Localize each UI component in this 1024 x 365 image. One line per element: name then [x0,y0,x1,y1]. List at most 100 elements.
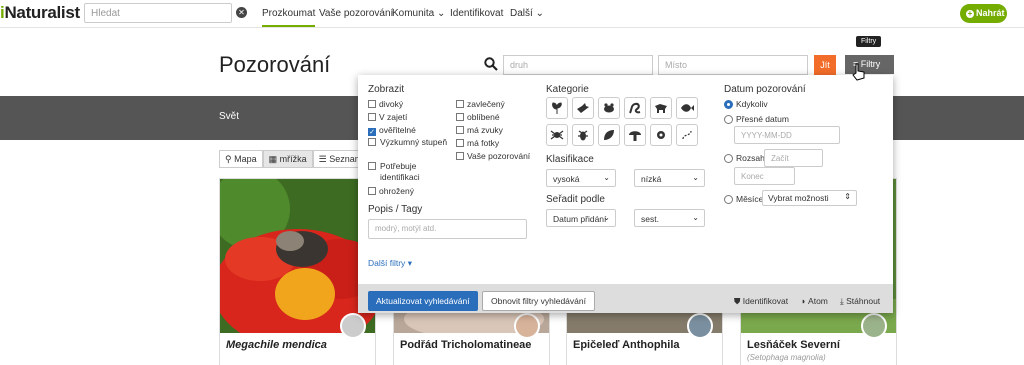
description-heading: Popis / Tagy [368,204,423,215]
chevron-updown-icon: ⇕ [844,192,851,201]
select-value: Vybrat možnosti [768,193,829,203]
nav-identify[interactable]: Identifikovat [450,8,503,19]
select-value: sest. [641,214,659,224]
observation-name[interactable]: Lesňáček Severní [747,339,840,351]
checkbox-label: má fotky [467,138,500,148]
chevron-down-icon: ⌄ [437,8,446,19]
checkbox-icon [368,187,376,195]
checkbox-research-grade[interactable]: Výzkumný stupeň [368,137,448,148]
fish-icon[interactable] [676,97,698,119]
sort-order-select[interactable]: sest. ⌄ [634,209,705,227]
more-filters-label: Další filtry [368,258,406,268]
tab-map-label: Mapa [234,154,257,164]
atom-link[interactable]: ◗ Atom [801,296,828,306]
radio-label: Měsíce [736,194,764,204]
plants-icon[interactable] [546,97,568,119]
reptiles-icon[interactable] [624,97,646,119]
radio-exact-date[interactable]: Přesné datum [724,114,789,124]
radio-months[interactable]: Měsíce [724,194,763,204]
checkbox-wild[interactable]: divoký [368,99,403,109]
clear-search-icon[interactable]: ✕ [236,7,247,18]
sort-by-select[interactable]: Datum přidání ⌄ [546,209,616,227]
checkbox-verifiable[interactable]: ✓ ověřitelné [368,125,416,136]
date-heading: Datum pozorování [724,84,806,95]
page-title: Pozorování [219,52,331,77]
months-select[interactable]: Vybrat možnosti ⇕ [762,190,857,206]
observation-name[interactable]: Epičeleď Anthophila [573,339,680,351]
radio-any-date[interactable]: Kdykoliv [724,99,768,109]
checkbox-your-observations[interactable]: Vaše pozorování [456,151,530,161]
radio-date-range[interactable]: Rozsah [724,153,765,163]
species-input[interactable]: druh [503,55,653,75]
inaturalist-logo[interactable]: iNaturalist [0,3,80,23]
checkbox-needs-id[interactable]: Potřebuje identifikaci [368,161,448,183]
upload-button[interactable]: + Nahrát [960,4,1007,23]
list-icon: ☰ [318,154,327,164]
radio-label: Přesné datum [736,114,789,124]
checkbox-favorites[interactable]: oblíbené [456,112,500,122]
protozoa-icon[interactable] [650,124,672,146]
avatar[interactable] [340,313,366,339]
download-link-label: Stáhnout [846,296,881,306]
description-input[interactable]: modrý, motýl atd. [368,219,527,239]
chevron-down-icon: ⌄ [535,8,544,19]
identify-link-label: Identifikovat [742,296,789,306]
grid-icon: ▦ [268,154,278,164]
checkbox-icon [368,162,376,170]
tab-map[interactable]: ⚲ Mapa [219,150,263,168]
sort-heading: Seřadit podle [546,194,605,205]
radio-icon [724,115,733,124]
avatar[interactable] [687,313,713,339]
identify-link[interactable]: ⛊ Identifikovat [734,296,788,307]
more-filters-link[interactable]: Další filtry ▾ [368,258,412,269]
place-input[interactable]: Místo [658,55,808,75]
observation-card[interactable]: Megachile mendica [219,178,376,365]
birds-icon[interactable] [572,97,594,119]
checkbox-icon [368,138,376,146]
insects-icon[interactable] [572,124,594,146]
checkbox-icon [368,100,376,108]
chevron-down-icon: ⌄ [603,173,610,182]
nav-more[interactable]: Další ⌄ [510,8,544,19]
checkbox-checked-icon: ✓ [368,128,376,136]
mammals-icon[interactable] [650,97,672,119]
avatar[interactable] [514,313,540,339]
logo-text: Naturalist [4,3,80,22]
category-heading: Kategorie [546,84,589,95]
rank-high-select[interactable]: vysoká ⌄ [546,169,616,187]
exact-date-input[interactable]: YYYY-MM-DD [734,126,840,144]
checkbox-label: divoký [379,99,404,109]
tab-grid[interactable]: ▦ mřížka [262,150,313,168]
nav-community[interactable]: Komunita ⌄ [392,8,445,19]
unknown-icon[interactable] [676,124,698,146]
checkbox-threatened[interactable]: ohrožený [368,186,414,196]
reset-filters-button[interactable]: Obnovit filtry vyhledávání [482,291,595,311]
checkbox-has-photos[interactable]: má fotky [456,138,499,148]
checkbox-captive[interactable]: V zajetí [368,112,407,122]
avatar[interactable] [861,313,887,339]
update-search-button[interactable]: Aktualizovat vyhledávání [368,291,478,311]
filters-panel: Zobrazit divoký V zajetí ✓ ověřitelné Výz… [358,75,893,313]
nav-explore[interactable]: Prozkoumat [262,8,316,27]
site-search-input[interactable]: Hledat [84,3,232,23]
chevron-down-icon: ⌄ [692,173,699,182]
fungi-icon[interactable] [624,124,646,146]
mollusks-icon[interactable] [598,124,620,146]
checkbox-label: zavlečený [467,99,505,109]
rank-low-select[interactable]: nízká ⌄ [634,169,705,187]
range-start-input[interactable]: Začít [764,149,823,167]
download-link[interactable]: ⤓ Stáhnout [840,296,880,307]
amphibians-icon[interactable] [598,97,620,119]
nav-your-observations[interactable]: Vaše pozorování [319,8,393,19]
checkbox-introduced[interactable]: zavlečený [456,99,505,109]
place-label: Svět [219,111,240,122]
select-value: vysoká [553,174,580,184]
radio-selected-icon [724,100,733,109]
checkbox-has-sounds[interactable]: má zvuky [456,125,503,135]
range-end-input[interactable]: Konec [734,167,795,185]
arachnids-icon[interactable] [546,124,568,146]
observation-name[interactable]: Podřád Tricholomatineae [400,339,531,351]
go-button[interactable]: Jít [814,55,836,75]
observation-photo [220,179,375,333]
observation-name[interactable]: Megachile mendica [226,339,327,351]
